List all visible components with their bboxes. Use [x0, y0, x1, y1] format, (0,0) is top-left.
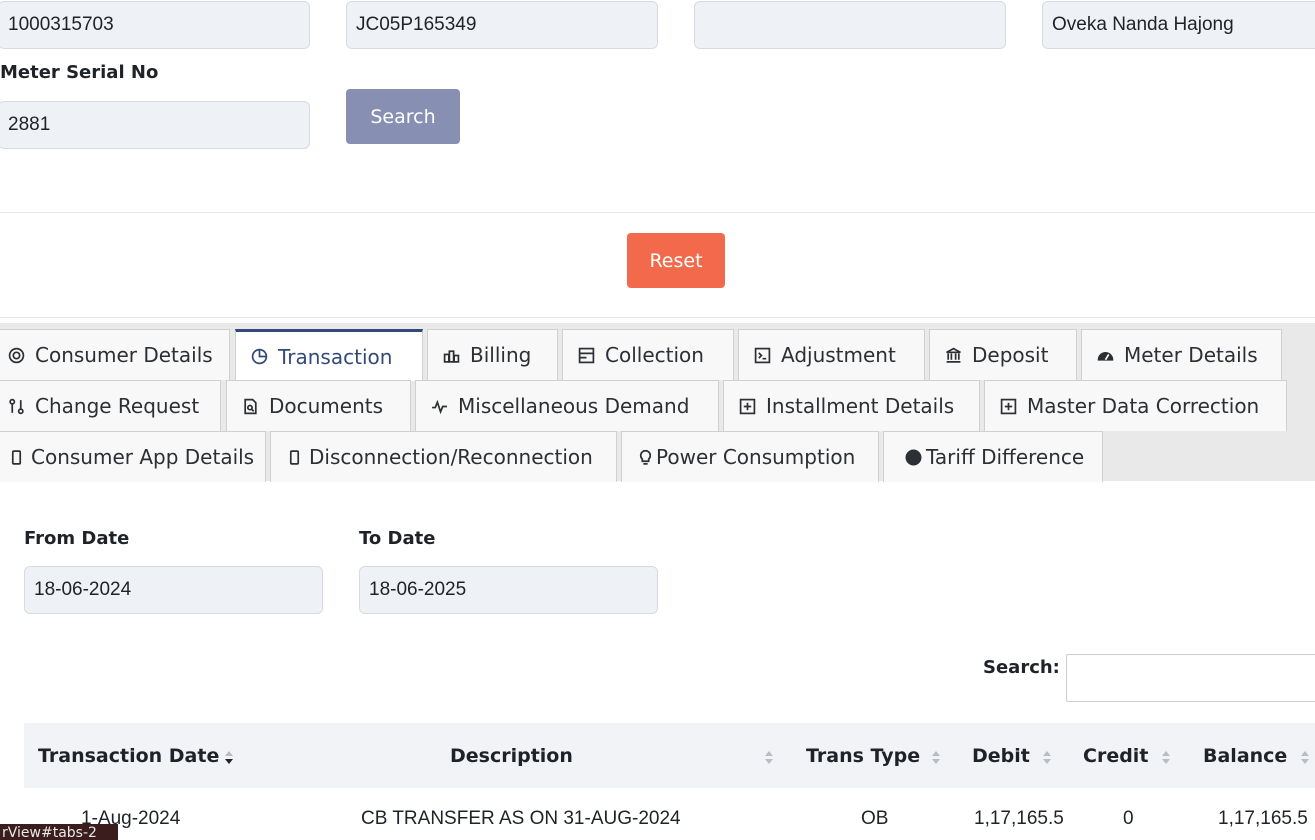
tab-installment-details[interactable]: Installment Details [723, 380, 980, 431]
bar-chart-icon [442, 346, 460, 364]
target-icon [7, 346, 25, 364]
bank-icon [944, 346, 962, 364]
column-header-credit[interactable]: Credit [1083, 723, 1148, 788]
cell-trans-type: OB [861, 808, 889, 829]
activity-icon [430, 397, 448, 415]
tab-documents[interactable]: Documents [226, 380, 411, 431]
plus-square-icon [738, 397, 756, 415]
table-search-label: Search: [983, 657, 1060, 678]
empty-field[interactable] [694, 1, 1006, 49]
tab-label: Consumer Details [35, 343, 213, 367]
tab-tariff-difference[interactable]: Tariff Difference [883, 431, 1103, 482]
sort-icon[interactable] [1043, 751, 1053, 767]
cell-description: CB TRANSFER AS ON 31-AUG-2024 [361, 808, 681, 829]
divider [0, 212, 1315, 213]
cell-credit: 0 [1123, 808, 1134, 829]
pie-chart-icon [250, 348, 268, 366]
tab-label: Change Request [35, 394, 200, 418]
account-id-field[interactable]: JC05P165349 [346, 1, 658, 49]
consumer-name-field[interactable]: Oveka Nanda Hajong [1042, 1, 1315, 49]
tab-disconnection-reconnection[interactable]: Disconnection/Reconnection [270, 431, 617, 482]
tab-collection[interactable]: Collection [562, 329, 734, 380]
phone-icon [7, 448, 25, 466]
meter-serial-field[interactable]: 2881 [0, 101, 310, 149]
column-header-balance[interactable]: Balance [1203, 723, 1287, 788]
column-header-description[interactable]: Description [450, 723, 573, 788]
phone-icon [285, 448, 303, 466]
sort-icon[interactable] [765, 751, 775, 767]
tab-billing[interactable]: Billing [427, 329, 558, 380]
terminal-icon [753, 346, 771, 364]
meter-serial-label: Meter Serial No [0, 62, 159, 83]
tab-consumer-details[interactable]: Consumer Details [0, 329, 230, 380]
from-date-label: From Date [24, 528, 130, 549]
tab-label: Consumer App Details [31, 445, 255, 469]
speedometer-icon [1096, 346, 1114, 364]
tab-label: Adjustment [781, 343, 896, 367]
tab-label: Tariff Difference [926, 445, 1085, 469]
cell-balance: 1,17,165.5 [1218, 808, 1308, 829]
consumer-number-field[interactable]: 1000315703 [0, 1, 310, 49]
tab-label: Master Data Correction [1027, 394, 1260, 418]
tab-adjustment[interactable]: Adjustment [738, 329, 925, 380]
column-header-debit[interactable]: Debit [972, 723, 1030, 788]
tab-label: Collection [605, 343, 704, 367]
tab-label: Transaction [278, 344, 393, 369]
reset-button[interactable]: Reset [627, 233, 725, 288]
tab-transaction[interactable]: Transaction [235, 329, 423, 381]
table-header: Transaction Date Description Trans Type … [24, 723, 1315, 788]
tab-label: Installment Details [766, 394, 955, 418]
sort-icon[interactable] [932, 751, 942, 767]
tab-label: Power Consumption [656, 445, 856, 469]
to-date-label: To Date [359, 528, 436, 549]
cell-debit: 1,17,165.5 [974, 808, 1064, 829]
plus-square-icon [999, 397, 1017, 415]
to-date-input[interactable]: 18-06-2025 [359, 566, 658, 614]
tab-label: Deposit [972, 343, 1049, 367]
tab-change-request[interactable]: Change Request [0, 380, 221, 431]
status-url-tooltip: rView#tabs-2 [0, 824, 118, 840]
table-search-input[interactable] [1066, 654, 1315, 702]
tab-label: Billing [470, 343, 532, 367]
search-button[interactable]: Search [346, 89, 460, 144]
tab-label: Miscellaneous Demand [458, 394, 690, 418]
file-search-icon [241, 397, 259, 415]
column-header-trans-type[interactable]: Trans Type [806, 723, 920, 788]
sort-icon[interactable] [225, 751, 235, 767]
sort-icon[interactable] [1162, 751, 1172, 767]
git-compare-icon [7, 397, 25, 415]
tab-label: Documents [269, 394, 384, 418]
tab-label: Meter Details [1124, 343, 1258, 367]
tab-meter-details[interactable]: Meter Details [1081, 329, 1282, 380]
divider [0, 317, 1315, 318]
column-header-transaction-date[interactable]: Transaction Date [38, 723, 219, 788]
from-date-input[interactable]: 18-06-2024 [24, 566, 323, 614]
sort-icon[interactable] [1301, 751, 1311, 767]
tab-miscellaneous-demand[interactable]: Miscellaneous Demand [415, 380, 719, 431]
tab-master-data-correction[interactable]: Master Data Correction [984, 380, 1287, 431]
bulb-icon [636, 448, 654, 466]
tab-label: Disconnection/Reconnection [309, 445, 593, 469]
tab-consumer-app-details[interactable]: Consumer App Details [0, 431, 266, 482]
tab-deposit[interactable]: Deposit [929, 329, 1077, 380]
tab-power-consumption[interactable]: Power Consumption [621, 431, 879, 482]
circle-icon [904, 448, 922, 466]
layout-icon [577, 346, 595, 364]
